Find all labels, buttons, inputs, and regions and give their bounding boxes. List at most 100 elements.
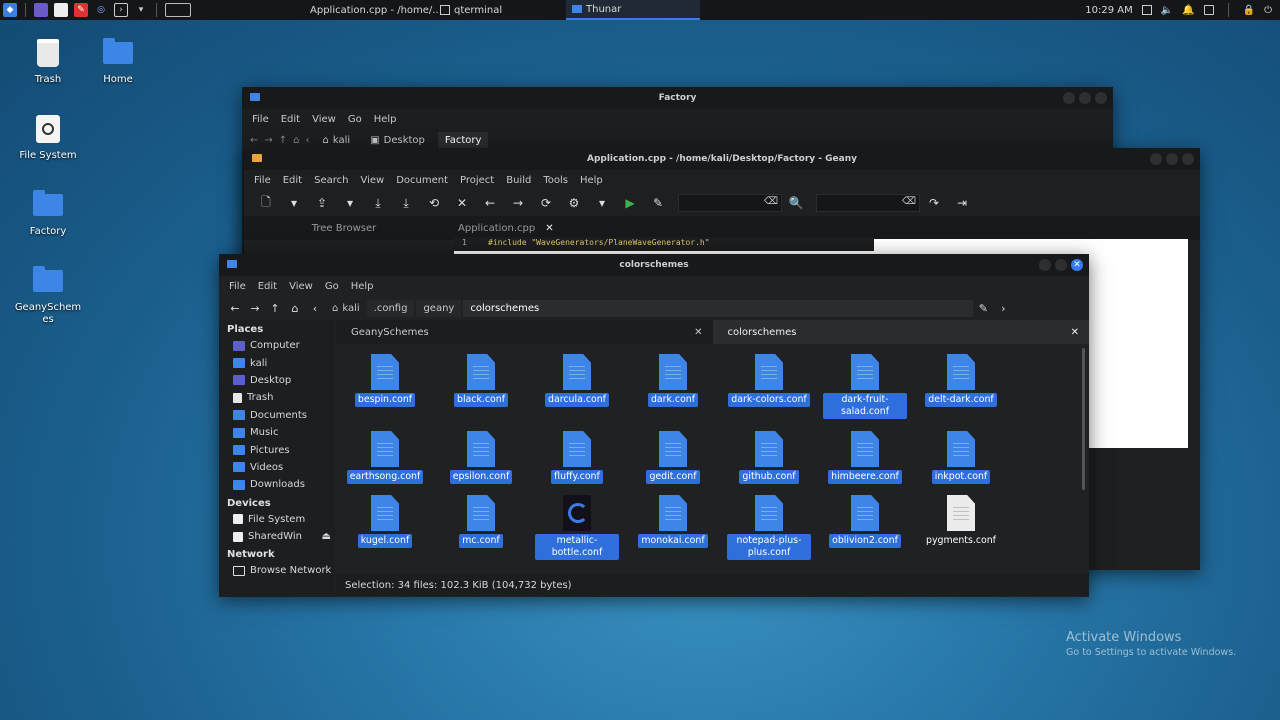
crumb-colorschemes[interactable]: colorschemes <box>463 299 974 317</box>
up-arrow-icon[interactable]: ↑ <box>279 135 287 146</box>
menu-edit[interactable]: Edit <box>275 114 306 125</box>
close-button[interactable]: ✕ <box>1071 259 1083 271</box>
search-icon[interactable]: 🔍 <box>782 193 810 213</box>
close-icon[interactable]: ✕ <box>694 327 702 338</box>
file-item[interactable]: mc.conf <box>439 495 523 548</box>
file-item[interactable]: earthsong.conf <box>343 431 427 484</box>
chevron-right-icon[interactable]: › <box>993 298 1013 318</box>
menu-go[interactable]: Go <box>342 114 368 125</box>
file-item[interactable]: fluffy.conf <box>535 431 619 484</box>
new-file-icon[interactable]: 🗋 <box>252 193 280 213</box>
chevron-down-icon[interactable]: ▾ <box>336 193 364 213</box>
close-icon[interactable]: ✕ <box>545 223 553 234</box>
crumb-kali[interactable]: ⌂ kali <box>325 300 367 317</box>
minimize-button[interactable] <box>1063 92 1075 104</box>
crumb-config[interactable]: .config <box>366 299 415 317</box>
power-icon[interactable] <box>1203 5 1214 15</box>
kali-menu-icon[interactable]: ◆ <box>3 3 17 17</box>
forward-arrow-icon[interactable]: → <box>245 298 265 318</box>
search-input[interactable]: ⌫ <box>678 194 782 212</box>
lock-icon[interactable]: 🔒 <box>1243 5 1255 16</box>
file-item[interactable]: delt-dark.conf <box>919 354 1003 407</box>
file-item[interactable]: dark-colors.conf <box>727 354 811 407</box>
minimize-button[interactable] <box>1039 259 1051 271</box>
compile-icon[interactable]: ⟳ <box>532 193 560 213</box>
menu-search[interactable]: Search <box>308 175 354 186</box>
file-tab[interactable]: Application.cpp ✕ <box>444 223 564 234</box>
file-item[interactable]: bespin.conf <box>343 354 427 407</box>
menu-project[interactable]: Project <box>454 175 500 186</box>
file-manager-icon[interactable] <box>54 3 68 17</box>
menu-view[interactable]: View <box>306 114 342 125</box>
menu-help[interactable]: Help <box>368 114 403 125</box>
terminal-icon[interactable]: › <box>114 3 128 17</box>
file-item[interactable]: dark.conf <box>631 354 715 407</box>
window-titlebar[interactable]: Factory <box>242 87 1113 109</box>
file-item[interactable]: himbeere.conf <box>823 431 907 484</box>
maximize-button[interactable] <box>1055 259 1067 271</box>
sidebar-item-kali[interactable]: kali <box>219 354 335 371</box>
sidebar-item-videos[interactable]: Videos <box>219 459 335 476</box>
sidebar-item-desktop[interactable]: Desktop <box>219 372 335 389</box>
maximize-button[interactable] <box>1166 153 1178 165</box>
show-desktop-icon[interactable] <box>34 3 48 17</box>
menu-edit[interactable]: Edit <box>252 281 283 292</box>
quit-icon[interactable]: ⇥ <box>948 193 976 213</box>
task-thunar[interactable]: Thunar <box>566 0 700 20</box>
window-titlebar[interactable]: Application.cpp - /home/kali/Desktop/Fac… <box>244 148 1200 170</box>
file-item[interactable]: oblivion2.conf <box>823 495 907 548</box>
sidebar-item-trash[interactable]: Trash <box>219 389 335 406</box>
desktop-icon-filesystem[interactable]: File System <box>13 112 83 162</box>
menu-file[interactable]: File <box>248 175 277 186</box>
code-line[interactable]: 1 #include "WaveGenerators/PlaneWaveGene… <box>454 237 874 251</box>
workspace-switcher-icon[interactable] <box>165 3 191 17</box>
sidebar-item-sharedwin[interactable]: SharedWin ⏏ <box>219 528 335 545</box>
chevron-down-icon[interactable]: ▾ <box>134 3 148 17</box>
file-item[interactable]: kugel.conf <box>343 495 427 548</box>
logout-icon[interactable]: ⏻ <box>1264 5 1272 16</box>
menu-view[interactable]: View <box>354 175 390 186</box>
sidebar-item-computer[interactable]: Computer <box>219 337 335 354</box>
scrollbar[interactable] <box>1082 348 1085 490</box>
up-arrow-icon[interactable]: ↑ <box>265 298 285 318</box>
crumb-desktop[interactable]: ▣ Desktop <box>363 132 432 149</box>
menu-view[interactable]: View <box>283 281 319 292</box>
chevron-down-icon[interactable]: ▾ <box>588 193 616 213</box>
goto-line-input[interactable]: ⌫ <box>816 194 920 212</box>
file-item[interactable]: inkpot.conf <box>919 431 1003 484</box>
home-icon[interactable]: ⌂ <box>293 135 299 146</box>
display-icon[interactable] <box>1141 5 1152 15</box>
menu-go[interactable]: Go <box>319 281 345 292</box>
color-picker-icon[interactable]: ✎ <box>644 193 672 213</box>
close-icon[interactable]: ✕ <box>448 193 476 213</box>
task-geany[interactable]: Application.cpp - /home/... <box>300 0 438 20</box>
home-icon[interactable]: ⌂ <box>285 298 305 318</box>
text-editor-icon[interactable]: ✎ <box>74 3 88 17</box>
window-titlebar[interactable]: colorschemes ✕ <box>219 254 1089 276</box>
task-qterminal[interactable]: qterminal <box>434 0 564 20</box>
close-icon[interactable]: ✕ <box>1071 327 1079 338</box>
back-arrow-icon[interactable]: ← <box>225 298 245 318</box>
sidebar-tab-tree-browser[interactable]: Tree Browser <box>244 223 444 234</box>
chevron-left-icon[interactable]: ‹ <box>306 135 310 146</box>
menu-help[interactable]: Help <box>574 175 609 186</box>
eject-icon[interactable]: ⏏ <box>322 531 331 542</box>
menu-build[interactable]: Build <box>500 175 537 186</box>
file-item[interactable]: github.conf <box>727 431 811 484</box>
desktop-icon-geanyschemes[interactable]: GeanySchemes <box>13 264 83 326</box>
menu-tools[interactable]: Tools <box>537 175 574 186</box>
file-item[interactable]: epsilon.conf <box>439 431 523 484</box>
browser-icon[interactable]: ◎ <box>94 3 108 17</box>
chevron-down-icon[interactable]: ▾ <box>280 193 308 213</box>
build-gear-icon[interactable]: ⚙ <box>560 193 588 213</box>
maximize-button[interactable] <box>1079 92 1091 104</box>
volume-icon[interactable]: 🔈 <box>1161 5 1173 16</box>
open-file-icon[interactable]: ⇪ <box>308 193 336 213</box>
chevron-left-icon[interactable]: ‹ <box>305 298 325 318</box>
notification-bell-icon[interactable]: 🔔 <box>1182 5 1194 16</box>
file-item[interactable]: pygments.conf <box>919 495 1003 548</box>
menu-file[interactable]: File <box>223 281 252 292</box>
forward-arrow-icon[interactable]: → <box>264 135 272 146</box>
desktop-icon-home[interactable]: Home <box>83 36 153 86</box>
file-icon-view[interactable]: bespin.conf black.conf darcula.conf dark.co… <box>336 346 1083 572</box>
